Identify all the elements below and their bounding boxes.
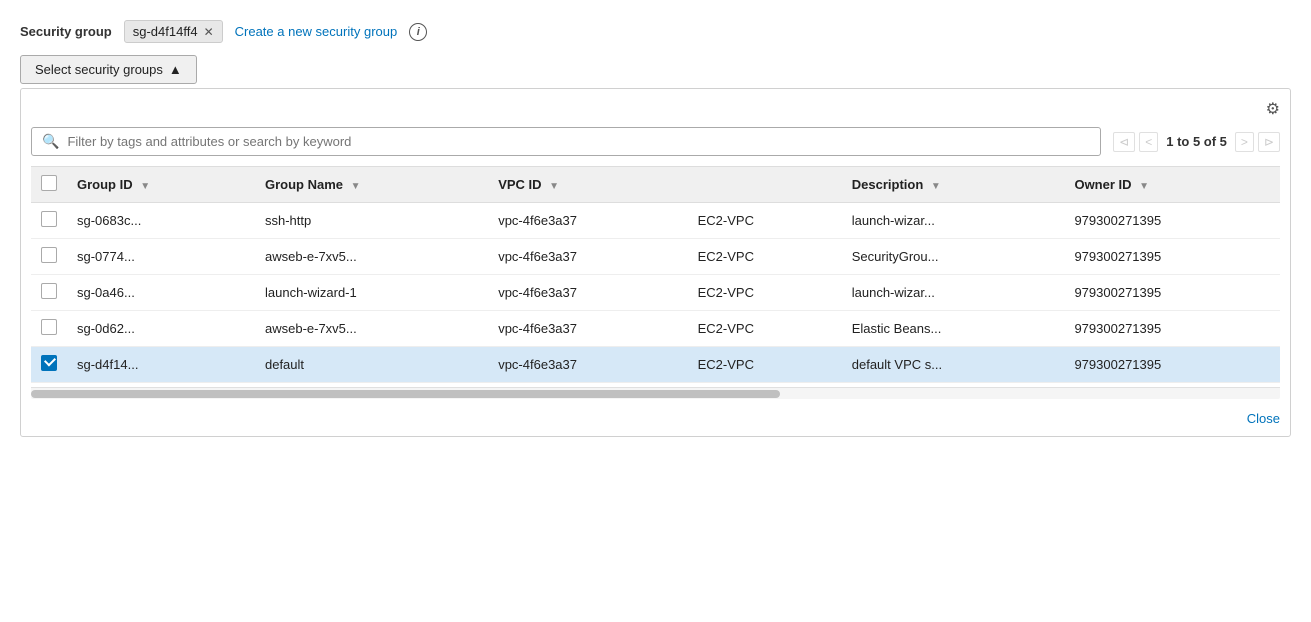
pagination: ⊲ < 1 to 5 of 5 > ⊳: [1113, 132, 1280, 152]
owner-id-cell: 979300271395: [1064, 203, 1280, 239]
group-id-cell: sg-0a46...: [67, 275, 255, 311]
search-row: 🔍 ⊲ < 1 to 5 of 5 > ⊳: [31, 127, 1280, 156]
description-cell: launch-wizar...: [842, 275, 1065, 311]
row-checkbox[interactable]: [41, 211, 57, 227]
top-row: Security group sg-d4f14ff4 ✕ Create a ne…: [20, 20, 1291, 43]
select-security-groups-button[interactable]: Select security groups ▲: [20, 55, 197, 84]
description-cell: Elastic Beans...: [842, 311, 1065, 347]
table-row[interactable]: sg-0a46...launch-wizard-1vpc-4f6e3a37EC2…: [31, 275, 1280, 311]
first-page-button[interactable]: ⊲: [1113, 132, 1135, 152]
row-checkbox[interactable]: [41, 247, 57, 263]
group-id-sort-icon: ▼: [140, 181, 150, 192]
table-row[interactable]: sg-0d62...awseb-e-7xv5...vpc-4f6e3a37EC2…: [31, 311, 1280, 347]
dropdown-panel: ⚙ 🔍 ⊲ < 1 to 5 of 5 > ⊳ Group ID ▼ Group…: [20, 88, 1291, 437]
extra-cell: EC2-VPC: [688, 311, 842, 347]
gear-button[interactable]: ⚙: [1266, 99, 1280, 119]
table-row[interactable]: sg-d4f14...defaultvpc-4f6e3a37EC2-VPCdef…: [31, 347, 1280, 383]
create-security-group-link[interactable]: Create a new security group: [235, 24, 398, 39]
owner-id-cell: 979300271395: [1064, 275, 1280, 311]
select-button-arrow: ▲: [169, 62, 182, 77]
group-id-header[interactable]: Group ID ▼: [67, 167, 255, 203]
vpc-id-cell: vpc-4f6e3a37: [488, 311, 687, 347]
group-id-cell: sg-0d62...: [67, 311, 255, 347]
group-name-cell: awseb-e-7xv5...: [255, 239, 488, 275]
owner-id-sort-icon: ▼: [1139, 181, 1149, 192]
table-header-row: Group ID ▼ Group Name ▼ VPC ID ▼ Descrip…: [31, 167, 1280, 203]
row-checkbox[interactable]: [41, 355, 57, 371]
close-row: Close: [31, 411, 1280, 426]
info-icon: i: [409, 23, 427, 41]
select-all-checkbox[interactable]: [41, 175, 57, 191]
extra-header: [688, 167, 842, 203]
prev-page-button[interactable]: <: [1139, 132, 1158, 152]
owner-id-cell: 979300271395: [1064, 347, 1280, 383]
horizontal-scrollbar[interactable]: [31, 387, 1280, 399]
scrollbar-thumb[interactable]: [31, 390, 780, 398]
tag-close-icon[interactable]: ✕: [204, 26, 214, 38]
group-name-cell: default: [255, 347, 488, 383]
security-groups-table: Group ID ▼ Group Name ▼ VPC ID ▼ Descrip…: [31, 166, 1280, 383]
vpc-id-cell: vpc-4f6e3a37: [488, 275, 687, 311]
extra-cell: EC2-VPC: [688, 239, 842, 275]
extra-cell: EC2-VPC: [688, 275, 842, 311]
search-input[interactable]: [67, 134, 1090, 149]
vpc-id-cell: vpc-4f6e3a37: [488, 347, 687, 383]
group-name-header[interactable]: Group Name ▼: [255, 167, 488, 203]
vpc-id-header[interactable]: VPC ID ▼: [488, 167, 687, 203]
description-cell: SecurityGrou...: [842, 239, 1065, 275]
description-cell: launch-wizar...: [842, 203, 1065, 239]
search-box-container: 🔍: [31, 127, 1101, 156]
tag-value: sg-d4f14ff4: [133, 24, 198, 39]
group-id-cell: sg-0774...: [67, 239, 255, 275]
search-icon: 🔍: [42, 133, 59, 150]
description-sort-icon: ▼: [931, 181, 941, 192]
vpc-id-cell: vpc-4f6e3a37: [488, 239, 687, 275]
security-group-label: Security group: [20, 24, 112, 39]
group-id-cell: sg-d4f14...: [67, 347, 255, 383]
owner-id-cell: 979300271395: [1064, 239, 1280, 275]
row-checkbox[interactable]: [41, 319, 57, 335]
last-page-button[interactable]: ⊳: [1258, 132, 1280, 152]
extra-cell: EC2-VPC: [688, 347, 842, 383]
row-checkbox[interactable]: [41, 283, 57, 299]
next-page-button[interactable]: >: [1235, 132, 1254, 152]
panel-top-row: ⚙: [31, 99, 1280, 119]
group-name-sort-icon: ▼: [351, 181, 361, 192]
group-name-cell: awseb-e-7xv5...: [255, 311, 488, 347]
description-cell: default VPC s...: [842, 347, 1065, 383]
select-all-header[interactable]: [31, 167, 67, 203]
vpc-id-sort-icon: ▼: [549, 181, 559, 192]
extra-cell: EC2-VPC: [688, 203, 842, 239]
pagination-text: 1 to 5 of 5: [1162, 134, 1231, 149]
table-row[interactable]: sg-0683c...ssh-httpvpc-4f6e3a37EC2-VPCla…: [31, 203, 1280, 239]
owner-id-header[interactable]: Owner ID ▼: [1064, 167, 1280, 203]
owner-id-cell: 979300271395: [1064, 311, 1280, 347]
group-name-cell: launch-wizard-1: [255, 275, 488, 311]
security-group-tag[interactable]: sg-d4f14ff4 ✕: [124, 20, 223, 43]
table-row[interactable]: sg-0774...awseb-e-7xv5...vpc-4f6e3a37EC2…: [31, 239, 1280, 275]
group-name-cell: ssh-http: [255, 203, 488, 239]
description-header[interactable]: Description ▼: [842, 167, 1065, 203]
vpc-id-cell: vpc-4f6e3a37: [488, 203, 687, 239]
group-id-cell: sg-0683c...: [67, 203, 255, 239]
close-link[interactable]: Close: [1247, 411, 1280, 426]
select-button-label: Select security groups: [35, 62, 163, 77]
